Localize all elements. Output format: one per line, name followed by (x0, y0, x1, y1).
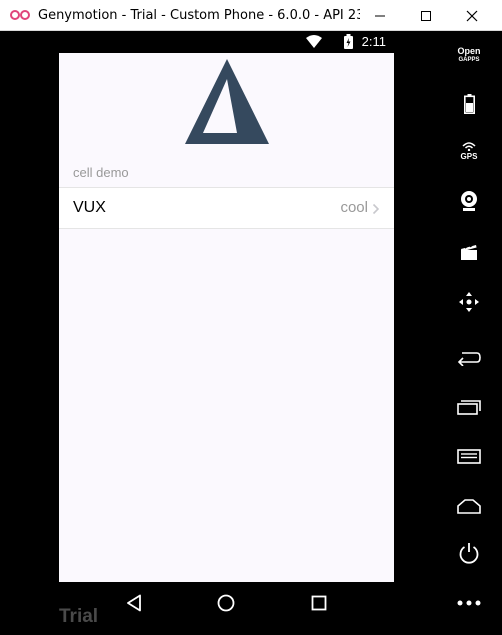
status-bar: 2:11 (59, 31, 394, 53)
power-icon (459, 543, 479, 564)
wifi-icon (306, 35, 322, 48)
vux-logo-icon (185, 59, 269, 144)
screencast-button[interactable] (449, 234, 489, 270)
gps-button[interactable]: GPS (449, 133, 489, 169)
app-screen: cell demo VUX cool (59, 53, 394, 582)
more-dots-icon (457, 600, 481, 606)
dpad-button[interactable] (449, 284, 489, 320)
window-title: Genymotion - Trial - Custom Phone - 6.0.… (38, 8, 360, 23)
clapperboard-icon (461, 244, 477, 260)
battery-icon (463, 94, 475, 114)
recent-apps-icon[interactable] (311, 595, 327, 611)
webcam-icon (461, 191, 477, 211)
opengapps-button[interactable]: Open GAPPS (449, 38, 489, 74)
close-button[interactable] (449, 0, 495, 31)
dpad-icon (459, 292, 479, 312)
trial-watermark: Trial (59, 606, 99, 627)
chevron-right-icon (372, 203, 380, 215)
device-menu-button[interactable] (449, 438, 489, 474)
cell-title: VUX (73, 199, 106, 216)
cell-item[interactable]: VUX cool (59, 187, 394, 229)
maximize-button[interactable] (403, 0, 449, 31)
gps-signal-icon (462, 141, 476, 151)
battery-button[interactable] (449, 86, 489, 122)
opengapps-label-line2: GAPPS (458, 57, 480, 63)
device-recent-apps-button[interactable] (449, 389, 489, 425)
back-icon[interactable] (126, 594, 142, 612)
window-titlebar: Genymotion - Trial - Custom Phone - 6.0.… (0, 0, 502, 31)
gps-label: GPS (460, 151, 478, 161)
more-options-button[interactable] (449, 585, 489, 621)
opengapps-label: Open GAPPS (457, 47, 480, 65)
minimize-icon (375, 15, 385, 16)
return-arrow-icon (457, 352, 481, 366)
android-nav-bar (59, 582, 394, 628)
device-back-button[interactable] (449, 340, 489, 376)
genymotion-logo-icon (10, 10, 30, 20)
webcam-button[interactable] (449, 183, 489, 219)
recent-windows-icon (457, 400, 481, 415)
maximize-icon (421, 10, 431, 21)
menu-icon (457, 449, 481, 464)
home-icon[interactable] (217, 594, 235, 612)
group-title: cell demo (73, 165, 129, 180)
minimize-button[interactable] (357, 0, 403, 31)
power-button[interactable] (449, 535, 489, 571)
close-icon (466, 10, 478, 21)
cell-value: cool (340, 199, 368, 216)
device-home-button[interactable] (449, 488, 489, 524)
status-time: 2:11 (361, 34, 386, 49)
battery-charging-icon (344, 34, 353, 49)
home-outline-icon (457, 499, 481, 514)
opengapps-label-line1: Open (457, 46, 481, 56)
